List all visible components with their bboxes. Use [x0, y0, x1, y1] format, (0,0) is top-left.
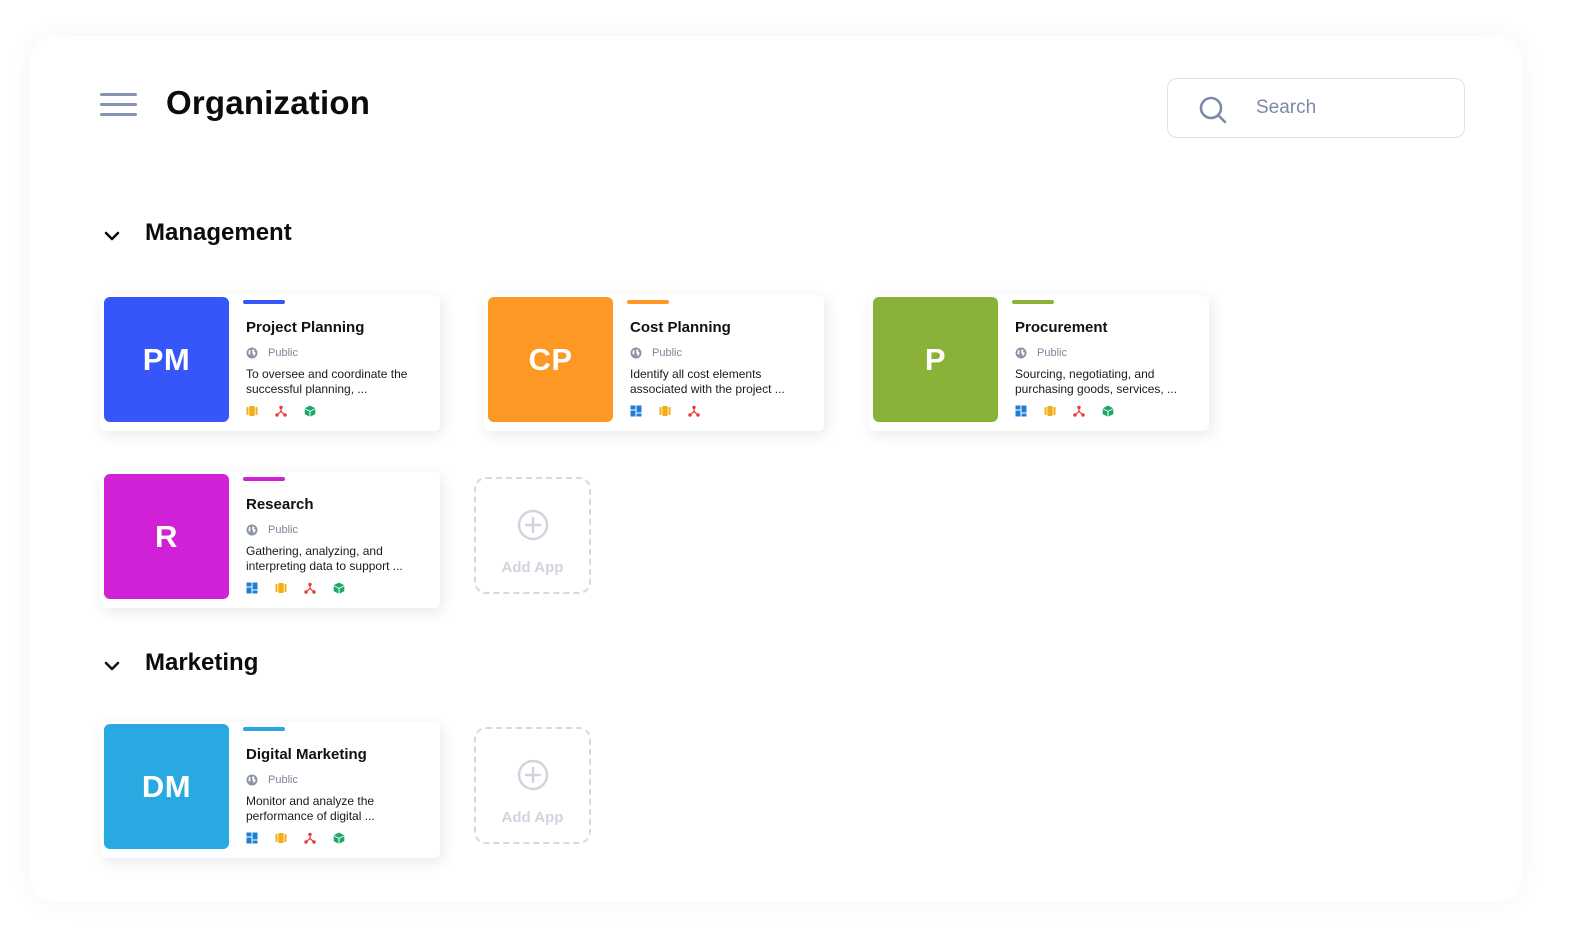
box-icon	[333, 582, 345, 594]
grid-icon	[630, 405, 642, 417]
film-icon	[1044, 405, 1056, 417]
app-card-research[interactable]: R Research Public Gathering, analyzing, …	[100, 472, 440, 608]
search-icon	[1198, 95, 1228, 125]
visibility-label: Public	[268, 347, 298, 359]
accent-bar	[627, 300, 669, 304]
app-card-project-planning[interactable]: PM Project Planning Public To oversee an…	[100, 295, 440, 431]
nodes-icon	[304, 582, 316, 594]
grid-icon	[246, 832, 258, 844]
search-input[interactable]	[1256, 93, 1446, 123]
globe-icon	[630, 347, 642, 359]
film-icon	[275, 582, 287, 594]
grid-icon	[1015, 405, 1027, 417]
visibility-row: Public	[630, 347, 682, 359]
box-icon	[1102, 405, 1114, 417]
plus-circle-icon	[517, 759, 549, 791]
app-description: To oversee and coordinate the successful…	[246, 367, 408, 396]
app-card-digital-marketing[interactable]: DM Digital Marketing Public Monitor and …	[100, 722, 440, 858]
app-card-cost-planning[interactable]: CP Cost Planning Public Identify all cos…	[484, 295, 824, 431]
visibility-label: Public	[268, 774, 298, 786]
add-app-button[interactable]: Add App	[474, 477, 591, 594]
app-description: Gathering, analyzing, and interpreting d…	[246, 544, 403, 573]
app-name: Project Planning	[246, 319, 365, 336]
nodes-icon	[688, 405, 700, 417]
visibility-label: Public	[652, 347, 682, 359]
nodes-icon	[275, 405, 287, 417]
section-label: Management	[145, 219, 292, 246]
add-app-label: Add App	[501, 809, 564, 826]
app-feature-icons	[246, 832, 362, 844]
visibility-row: Public	[246, 524, 298, 536]
app-description: Sourcing, negotiating, and purchasing go…	[1015, 367, 1178, 396]
section-label: Marketing	[145, 649, 259, 676]
nodes-icon	[304, 832, 316, 844]
app-description: Identify all cost elements associated wi…	[630, 367, 785, 396]
app-initials-tile: DM	[104, 724, 229, 849]
app-name: Cost Planning	[630, 319, 731, 336]
visibility-row: Public	[1015, 347, 1067, 359]
chevron-down-icon	[100, 654, 124, 678]
app-feature-icons	[1015, 405, 1131, 417]
app-name: Digital Marketing	[246, 746, 367, 763]
box-icon	[304, 405, 316, 417]
visibility-row: Public	[246, 774, 298, 786]
globe-icon	[246, 774, 258, 786]
visibility-label: Public	[268, 524, 298, 536]
chevron-down-icon	[100, 224, 124, 248]
box-icon	[333, 832, 345, 844]
film-icon	[659, 405, 671, 417]
app-name: Procurement	[1015, 319, 1108, 336]
hamburger-menu-icon[interactable]	[100, 93, 137, 119]
grid-icon	[246, 582, 258, 594]
add-app-button[interactable]: Add App	[474, 727, 591, 844]
accent-bar	[1012, 300, 1054, 304]
app-feature-icons	[630, 405, 717, 417]
accent-bar	[243, 477, 285, 481]
app-initials-tile: PM	[104, 297, 229, 422]
film-icon	[275, 832, 287, 844]
app-feature-icons	[246, 582, 362, 594]
search-box[interactable]	[1167, 78, 1465, 138]
app-initials-tile: CP	[488, 297, 613, 422]
globe-icon	[1015, 347, 1027, 359]
app-card-procurement[interactable]: P Procurement Public Sourcing, negotiati…	[869, 295, 1209, 431]
plus-circle-icon	[517, 509, 549, 541]
nodes-icon	[1073, 405, 1085, 417]
app-name: Research	[246, 496, 314, 513]
visibility-row: Public	[246, 347, 298, 359]
section-header-management[interactable]: Management	[100, 218, 292, 248]
page-title: Organization	[166, 84, 371, 121]
app-initials-tile: P	[873, 297, 998, 422]
globe-icon	[246, 524, 258, 536]
film-icon	[246, 405, 258, 417]
app-feature-icons	[246, 405, 333, 417]
accent-bar	[243, 727, 285, 731]
app-initials-tile: R	[104, 474, 229, 599]
globe-icon	[246, 347, 258, 359]
accent-bar	[243, 300, 285, 304]
add-app-label: Add App	[501, 559, 564, 576]
visibility-label: Public	[1037, 347, 1067, 359]
section-header-marketing[interactable]: Marketing	[100, 648, 258, 678]
app-description: Monitor and analyze the performance of d…	[246, 794, 375, 823]
